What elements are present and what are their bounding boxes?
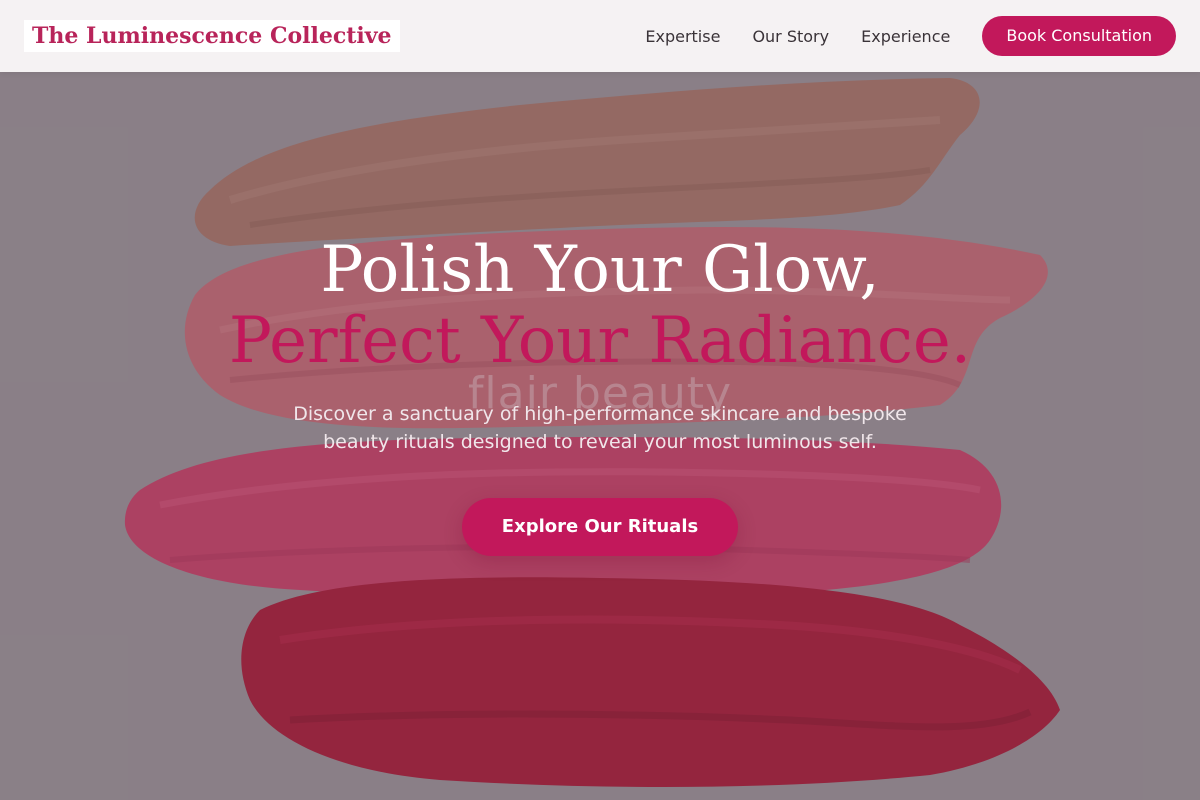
- hero-section: Polish Your Glow, Perfect Your Radiance.…: [0, 232, 1200, 556]
- explore-rituals-button[interactable]: Explore Our Rituals: [461, 498, 739, 556]
- hero-headline-line2: Perfect Your Radiance.: [228, 304, 972, 378]
- hero-subheading: Discover a sanctuary of high-performance…: [293, 403, 907, 453]
- page: flair beauty The Luminescence Collective…: [0, 0, 1200, 800]
- brand-logo[interactable]: The Luminescence Collective: [24, 20, 400, 52]
- hero-headline-line1: Polish Your Glow,: [320, 233, 880, 307]
- nav-link-our-story[interactable]: Our Story: [752, 27, 829, 46]
- book-consultation-button[interactable]: Book Consultation: [982, 16, 1176, 56]
- nav-link-expertise[interactable]: Expertise: [645, 27, 720, 46]
- site-header: The Luminescence Collective Expertise Ou…: [0, 0, 1200, 72]
- nav-link-experience[interactable]: Experience: [861, 27, 950, 46]
- main-nav: Expertise Our Story Experience Book Cons…: [645, 16, 1176, 56]
